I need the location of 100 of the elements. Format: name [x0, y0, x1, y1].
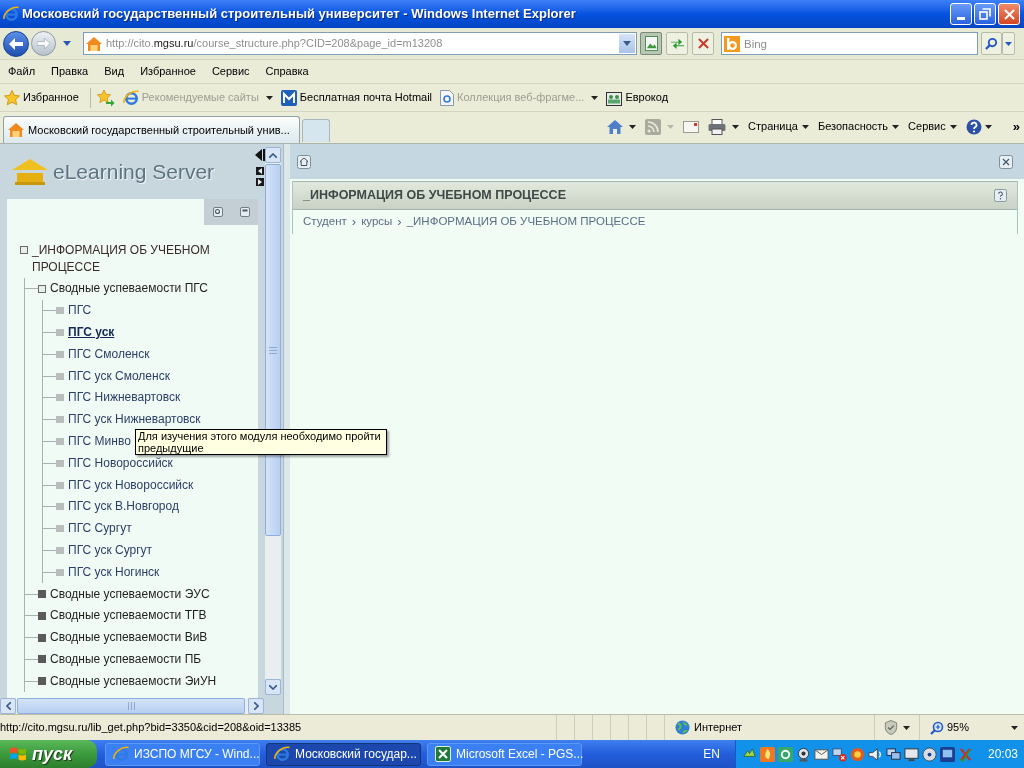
tree-item[interactable]: ПГС уск В.Новгород	[68, 499, 179, 515]
menu-item[interactable]: Избранное	[136, 63, 200, 80]
collapsed-node-icon[interactable]	[38, 655, 46, 664]
card-icon	[606, 89, 623, 106]
collapsed-node-icon[interactable]	[38, 633, 46, 642]
expanded-node-icon[interactable]	[38, 284, 46, 293]
tree-item[interactable]: ПГС уск Новороссийск	[68, 477, 194, 493]
picture-page-icon	[644, 36, 658, 51]
minimize-button[interactable]	[950, 3, 972, 25]
stop-button[interactable]	[692, 32, 714, 55]
search-button[interactable]	[981, 32, 1002, 55]
menu-item[interactable]: Сервис	[207, 63, 254, 80]
close-button[interactable]	[998, 3, 1020, 25]
collapsed-node-icon[interactable]	[38, 611, 46, 620]
tree-item[interactable]: ПГС уск Нижневартовск	[68, 412, 201, 428]
scroll-left-button[interactable]	[0, 698, 16, 714]
compatibility-view-button[interactable]	[640, 32, 662, 55]
restore-button[interactable]	[974, 3, 996, 25]
house-icon	[86, 36, 102, 51]
back-button[interactable]	[3, 30, 29, 57]
collapsed-node-icon[interactable]	[38, 677, 46, 686]
tree-item[interactable]: ПГС Нижневартовск	[68, 390, 181, 406]
arrow-left-icon[interactable]	[256, 167, 264, 175]
print-icon[interactable]	[708, 118, 727, 135]
help-icon[interactable]	[994, 189, 1007, 202]
command-menu-button[interactable]: Сервис	[908, 118, 957, 135]
speaker-icon[interactable]	[868, 746, 883, 762]
breadcrumb-link[interactable]: курсы	[361, 213, 393, 231]
leaf-node-icon	[56, 394, 64, 402]
network-error-icon[interactable]	[832, 746, 847, 762]
search-icon[interactable]	[212, 207, 223, 217]
leaf-node-icon	[56, 307, 64, 315]
command-menu-button[interactable]: Безопасность	[817, 118, 900, 135]
tree-item[interactable]: Сводные успеваемости ЭиУН	[50, 673, 217, 689]
display-icon[interactable]	[904, 746, 919, 762]
tree-item[interactable]: ПГС уск Смоленск	[68, 368, 170, 384]
menu-item[interactable]: Справка	[261, 63, 313, 80]
language-indicator[interactable]: EN	[703, 745, 720, 763]
refresh-button[interactable]	[666, 32, 688, 55]
tree-item[interactable]: Сводные успеваемости ЭУС	[50, 586, 210, 602]
collapsed-node-icon[interactable]	[38, 590, 46, 599]
taskbar-button[interactable]: Microsoft Excel - PGS...	[427, 742, 582, 766]
screen-tile-icon[interactable]	[940, 746, 955, 762]
tree-item[interactable]: Сводные успеваемости ВиВ	[50, 630, 208, 646]
tree-item[interactable]: ПГС уск	[68, 325, 115, 340]
collapse-panel-icon[interactable]	[255, 149, 265, 161]
taskbar-button[interactable]: Московский государ...	[266, 742, 421, 766]
cd-icon[interactable]	[922, 746, 937, 762]
shield-icon[interactable]	[884, 720, 898, 735]
tree-item[interactable]: _ИНФОРМАЦИЯ ОБ УЧЕБНОМ ПРОЦЕССЕ	[32, 242, 222, 276]
tree-item[interactable]: Сводные успеваемости ПГС	[50, 281, 208, 297]
list-panel-icon[interactable]	[239, 207, 250, 217]
help-icon[interactable]	[965, 118, 982, 135]
add-favorite-button[interactable]	[96, 88, 115, 107]
tree-item[interactable]: ПГС уск Сургут	[68, 542, 153, 558]
breadcrumb-link[interactable]: Студент	[303, 213, 347, 231]
window-title: Московский государственный строительный университет - Windows Internet Explorer	[22, 5, 576, 24]
scroll-up-button[interactable]	[265, 147, 281, 163]
stop-icon	[697, 38, 709, 49]
scroll-down-button[interactable]	[265, 679, 281, 695]
scroll-right-button[interactable]	[248, 698, 264, 714]
close-icon[interactable]	[999, 154, 1013, 169]
envelope-icon[interactable]	[814, 746, 829, 762]
more-commands-button[interactable]: »	[1012, 116, 1020, 137]
menu-item[interactable]: Вид	[100, 63, 129, 80]
start-button[interactable]: пуск	[0, 740, 97, 768]
webcam-icon[interactable]	[796, 746, 811, 762]
taskbar-button[interactable]: ИЗСПО МГСУ - Wind...	[105, 742, 260, 766]
caret-icon	[892, 124, 900, 129]
favorites-link[interactable]: Еврокод	[606, 89, 669, 106]
tree-item[interactable]: ПГС уск Ногинск	[68, 564, 160, 580]
command-menu-button[interactable]: Страница	[748, 118, 809, 135]
arrow-right-icon[interactable]	[256, 178, 264, 186]
expanded-node-icon[interactable]	[20, 246, 28, 254]
tree-item[interactable]: Сводные успеваемости ПБ	[50, 651, 202, 667]
menu-item[interactable]: Файл	[4, 63, 40, 80]
address-dropdown-button[interactable]	[619, 34, 635, 53]
browser-tab[interactable]: Московский государственный строительный унив...	[3, 116, 300, 143]
globe-icon	[675, 720, 690, 735]
caret-icon	[1011, 725, 1018, 730]
ring-tile-icon[interactable]	[778, 746, 793, 762]
disc-icon[interactable]	[850, 746, 865, 762]
tree-item[interactable]: ПГС Смоленск	[68, 346, 150, 362]
favorites-link[interactable]: Бесплатная почта Hotmail	[280, 89, 433, 106]
search-options-button[interactable]	[1002, 32, 1015, 55]
tree-item[interactable]: ПГС Минво	[68, 433, 131, 449]
home-icon[interactable]	[297, 154, 311, 169]
menu-item[interactable]: Правка	[47, 63, 93, 80]
address-field[interactable]: http://cito.mgsu.ru/course_structure.php?CID=208&page_id=m13208	[83, 32, 637, 55]
house-icon	[8, 123, 24, 137]
tree-item[interactable]: ПГС Новороссийск	[68, 455, 173, 471]
home-icon[interactable]	[607, 118, 624, 135]
tree-item[interactable]: ПГС Сургут	[68, 521, 132, 537]
tree-item[interactable]: Сводные успеваемости ТГВ	[50, 608, 207, 624]
flame-icon[interactable]	[760, 746, 775, 762]
monitors-icon[interactable]	[886, 746, 901, 762]
search-field[interactable]: Bing	[721, 32, 978, 55]
tree-item[interactable]: ПГС	[68, 303, 92, 319]
mail-icon[interactable]	[683, 120, 700, 133]
favorites-button[interactable]: Избранное	[4, 89, 79, 106]
